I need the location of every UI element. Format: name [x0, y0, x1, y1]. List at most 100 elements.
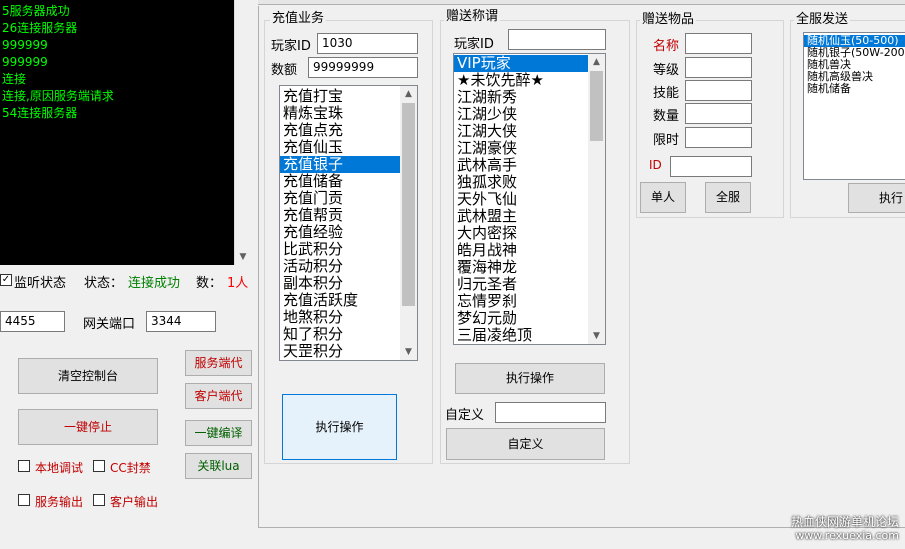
recharge-list-item[interactable]: 充值经验 — [280, 224, 417, 241]
online-count-value: 1人 — [227, 276, 249, 291]
scroll-up-icon[interactable]: ▲ — [588, 56, 605, 68]
titles-list-item[interactable]: 江湖大侠 — [454, 123, 605, 140]
recharge-list-item[interactable]: 充值帮贡 — [280, 207, 417, 224]
cc-block-checkbox[interactable] — [93, 460, 105, 472]
recharge-list[interactable]: 充值打宝 精炼宝珠 充值点充 充值仙玉 充值银子 充值储备 充值门贡 充值帮贡 充值经验 比武积分… — [279, 85, 418, 361]
lua-button[interactable]: 关联lua — [185, 453, 252, 479]
client-output-checkbox[interactable] — [93, 494, 105, 506]
gift-title: 赠送物品 — [640, 12, 697, 27]
port-input[interactable]: 4455 — [0, 311, 65, 332]
recharge-list-item[interactable]: 充值门贡 — [280, 190, 417, 207]
titles-list[interactable]: VIP玩家 ★未饮先醉★ 江湖新秀 江湖少侠 江湖大侠 江湖豪侠 武林高手 独孤求败 天外飞仙武… — [453, 53, 606, 345]
broadcast-execute-button[interactable]: 执行 — [848, 183, 905, 213]
status-value: 连接成功 — [128, 276, 181, 291]
custom-input[interactable] — [495, 402, 606, 423]
titles-list-item[interactable]: 江湖新秀 — [454, 89, 605, 106]
client-code-button[interactable]: 客户端代 — [185, 383, 252, 409]
titles-list-item[interactable]: 三届凌绝顶 — [454, 327, 605, 344]
console-output: 5服务器成功 26连接服务器 999999 999999 连接 连接,原因服务端请求 54连… — [0, 0, 251, 265]
recharge-list-item[interactable]: 副本积分 — [280, 275, 417, 292]
broadcast-list-item[interactable]: 随机储备 — [804, 83, 905, 95]
recharge-list-item[interactable]: 充值打宝 — [280, 88, 417, 105]
gift-field-input[interactable] — [685, 127, 752, 148]
scroll-down-icon[interactable]: ▼ — [588, 330, 605, 342]
scrollbar-thumb[interactable] — [402, 103, 415, 306]
titles-list-item[interactable]: 天人开造化 — [457, 344, 532, 345]
server-output-label: 服务输出 — [35, 495, 84, 509]
titles-list-item[interactable]: ★未饮先醉★ — [454, 72, 605, 89]
gift-id-input[interactable] — [670, 156, 752, 177]
server-output-checkbox[interactable] — [18, 494, 30, 506]
tab-strip[interactable] — [258, 0, 905, 5]
recharge-list-item[interactable]: 充值银子 — [280, 156, 417, 173]
recharge-list-item[interactable]: 天罡积分 — [280, 343, 417, 360]
recharge-list-item[interactable]: 地煞积分 — [280, 309, 417, 326]
clear-console-button[interactable]: 清空控制台 — [18, 358, 158, 394]
titles-list-item[interactable]: 武林高手 — [454, 157, 605, 174]
broadcast-list[interactable]: 随机仙玉(50-500) 随机银子(50W-200W 随机兽决 随机高级兽决 随机储备 — [803, 32, 905, 180]
scroll-down-icon[interactable]: ▼ — [235, 251, 251, 263]
recharge-amount-input[interactable]: 99999999 — [308, 57, 418, 78]
recharge-execute-button[interactable]: 执行操作 — [282, 394, 397, 460]
console-line: 999999 — [2, 55, 48, 69]
titles-list-item[interactable]: 独孤求败 — [454, 174, 605, 191]
recharge-list-item[interactable]: 知了积分 — [280, 326, 417, 343]
titles-list-scrollbar[interactable]: ▲ ▼ — [588, 54, 605, 344]
recharge-list-scrollbar[interactable]: ▲ ▼ — [400, 86, 417, 360]
gift-field-label: 限时 — [653, 133, 680, 148]
titles-list-item[interactable]: 覆海神龙 — [454, 259, 605, 276]
titles-list-item[interactable]: 江湖豪侠 — [454, 140, 605, 157]
console-line: 54连接服务器 — [2, 106, 78, 120]
titles-list-item[interactable]: 大内密探 — [454, 225, 605, 242]
recharge-player-id-input[interactable]: 1030 — [317, 33, 418, 54]
titles-list-item[interactable]: VIP玩家 — [454, 55, 605, 72]
titles-list-item[interactable]: 皓月战神 — [454, 242, 605, 259]
titles-title: 赠送称谓 — [444, 9, 501, 24]
recharge-amount-label: 数额 — [271, 63, 298, 78]
titles-list-item[interactable]: 武林盟主 — [454, 208, 605, 225]
compile-all-button[interactable]: 一键编译 — [185, 420, 252, 446]
monitor-checkbox[interactable]: ✓ — [0, 274, 12, 286]
console-line: 26连接服务器 — [2, 21, 78, 35]
broadcast-title: 全服发送 — [794, 12, 851, 27]
gift-field-input[interactable] — [685, 33, 752, 54]
recharge-list-item[interactable]: 充值仙玉 — [280, 139, 417, 156]
status-label: 状态： — [84, 276, 124, 291]
scrollbar-thumb[interactable] — [590, 71, 603, 141]
titles-list-item[interactable]: 梦幻元勋 — [454, 310, 605, 327]
titles-list-item[interactable]: 天外飞仙 — [454, 191, 605, 208]
online-count-label: 数： — [196, 276, 223, 291]
scroll-up-icon[interactable]: ▲ — [400, 88, 417, 100]
gift-field-label: 名称 — [653, 39, 680, 54]
recharge-list-item[interactable]: 充值点充 — [280, 122, 417, 139]
recharge-list-item[interactable]: 充值活跃度 — [280, 292, 417, 309]
local-debug-checkbox[interactable] — [18, 460, 30, 472]
custom-button[interactable]: 自定义 — [446, 428, 605, 460]
titles-player-id-input[interactable] — [508, 29, 606, 50]
console-line: 连接 — [2, 72, 27, 86]
recharge-list-item[interactable]: 活动积分 — [280, 258, 417, 275]
stop-all-button[interactable]: 一键停止 — [18, 409, 158, 445]
console-line: 连接,原因服务端请求 — [2, 89, 114, 103]
watermark-line1: 热血侠网游单机论坛 — [790, 515, 899, 529]
titles-execute-button[interactable]: 执行操作 — [455, 363, 605, 394]
watermark-line2: www.rexuexia.com — [795, 529, 899, 542]
gateway-port-input[interactable]: 3344 — [146, 311, 216, 332]
server-code-button[interactable]: 服务端代 — [185, 350, 252, 376]
scroll-down-icon[interactable]: ▼ — [400, 346, 417, 358]
console-line: 999999 — [2, 38, 48, 52]
recharge-list-item[interactable]: 比武积分 — [280, 241, 417, 258]
gift-single-button[interactable]: 单人 — [640, 182, 686, 213]
console-scrollbar[interactable]: ▼ — [234, 0, 251, 265]
gift-field-input[interactable] — [685, 103, 752, 124]
gift-all-button[interactable]: 全服 — [705, 182, 751, 213]
recharge-list-item[interactable]: 充值储备 — [280, 173, 417, 190]
recharge-list-item[interactable]: 精炼宝珠 — [280, 105, 417, 122]
titles-list-item[interactable]: 江湖少侠 — [454, 106, 605, 123]
custom-label: 自定义 — [445, 408, 485, 423]
gift-field-input[interactable] — [685, 80, 752, 101]
titles-list-item[interactable]: 忘情罗刹 — [454, 293, 605, 310]
gift-field-input[interactable] — [685, 57, 752, 78]
titles-player-id-label: 玩家ID — [454, 37, 494, 52]
titles-list-item[interactable]: 归元圣者 — [454, 276, 605, 293]
